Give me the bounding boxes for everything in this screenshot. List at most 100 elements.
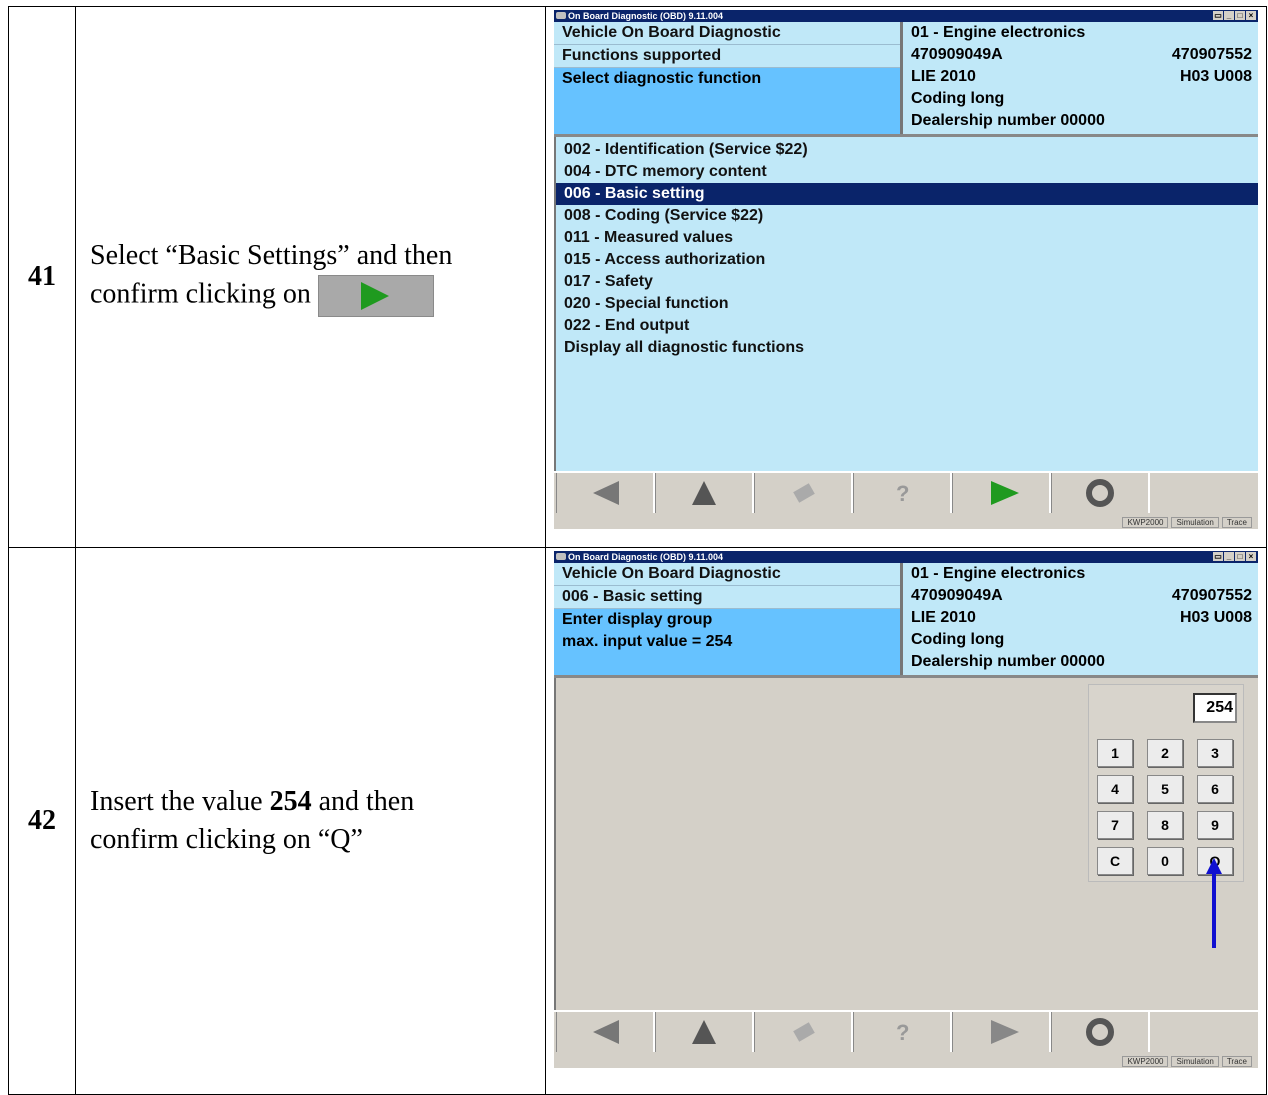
- current-step-label: Select diagnostic function: [554, 68, 900, 134]
- window-title: On Board Diagnostic (OBD) 9.11.004: [568, 11, 724, 21]
- list-item[interactable]: 017 - Safety: [556, 271, 1258, 293]
- step-description: Insert the value 254 and then confirm cl…: [75, 547, 546, 1095]
- instruction-text: and then: [311, 786, 415, 817]
- list-item[interactable]: 020 - Special function: [556, 293, 1258, 315]
- instruction-line: Insert the value 254 and then: [90, 783, 545, 821]
- step-description: Select “Basic Settings” and then confirm…: [75, 6, 546, 548]
- dealer-row: Dealership number 00000: [911, 110, 1258, 132]
- step-number: 42: [8, 547, 76, 1095]
- version: H03 U008: [1179, 68, 1252, 85]
- maximize-button[interactable]: □: [1235, 552, 1245, 561]
- status-simulation: Simulation: [1171, 517, 1219, 528]
- refresh-button[interactable]: [1051, 473, 1150, 513]
- info-header: Vehicle On Board Diagnostic 006 - Basic …: [554, 563, 1258, 678]
- obd-window: On Board Diagnostic (OBD) 9.11.004 ▭ _ □…: [554, 10, 1258, 529]
- part-number-right: 470907552: [1171, 46, 1252, 63]
- value-input[interactable]: 254: [1193, 693, 1237, 723]
- status-protocol: KWP2000: [1122, 1056, 1169, 1067]
- ecu-part-row: 470909049A 470907552: [911, 585, 1258, 607]
- ecu-module: 01 - Engine electronics: [911, 22, 1258, 44]
- status-bar: KWP2000 Simulation Trace: [554, 517, 1258, 529]
- ecu-info-panel: 01 - Engine electronics 470909049A 470907…: [903, 563, 1258, 675]
- input-pane: 254 1 2 3 4 5 6 7 8 9 C 0 Q: [554, 678, 1258, 1010]
- restore-icon[interactable]: ▭: [1213, 552, 1223, 561]
- info-header: Vehicle On Board Diagnostic Functions su…: [554, 22, 1258, 137]
- key-6[interactable]: 6: [1197, 775, 1233, 803]
- component: LIE 2010: [911, 609, 976, 626]
- list-item[interactable]: 008 - Coding (Service $22): [556, 205, 1258, 227]
- obd-window: On Board Diagnostic (OBD) 9.11.004 ▭ _ □…: [554, 551, 1258, 1068]
- minimize-button[interactable]: _: [1224, 552, 1234, 561]
- key-4[interactable]: 4: [1097, 775, 1133, 803]
- bottom-toolbar: ?: [554, 1010, 1258, 1056]
- list-item[interactable]: 015 - Access authorization: [556, 249, 1258, 271]
- list-item[interactable]: 004 - DTC memory content: [556, 161, 1258, 183]
- back-button[interactable]: [556, 473, 655, 513]
- screenshot-cell: On Board Diagnostic (OBD) 9.11.004 ▭ _ □…: [545, 547, 1267, 1095]
- list-item[interactable]: 011 - Measured values: [556, 227, 1258, 249]
- window-controls: ▭ _ □ ×: [1213, 11, 1256, 20]
- key-5[interactable]: 5: [1147, 775, 1183, 803]
- list-item[interactable]: Display all diagnostic functions: [556, 337, 1258, 359]
- key-2[interactable]: 2: [1147, 739, 1183, 767]
- status-simulation: Simulation: [1171, 1056, 1219, 1067]
- help-button[interactable]: ?: [853, 473, 952, 513]
- back-button[interactable]: [556, 1012, 655, 1052]
- step-number: 41: [8, 6, 76, 548]
- ecu-part-row: 470909049A 470907552: [911, 44, 1258, 66]
- maximize-button[interactable]: □: [1235, 11, 1245, 20]
- restore-icon[interactable]: ▭: [1213, 11, 1223, 20]
- close-button[interactable]: ×: [1246, 11, 1256, 20]
- coding: Coding long: [911, 631, 1005, 648]
- bottom-toolbar: ?: [554, 471, 1258, 517]
- window-titlebar: On Board Diagnostic (OBD) 9.11.004 ▭ _ □…: [554, 10, 1258, 22]
- instruction-text: confirm clicking on: [90, 278, 311, 310]
- close-button[interactable]: ×: [1246, 552, 1256, 561]
- minimize-button[interactable]: _: [1224, 11, 1234, 20]
- ecu-module-text: 01 - Engine electronics: [911, 565, 1086, 582]
- up-button[interactable]: [655, 1012, 754, 1052]
- step-row: 42 Insert the value 254 and then confirm…: [8, 547, 1267, 1095]
- window-titlebar: On Board Diagnostic (OBD) 9.11.004 ▭ _ □…: [554, 551, 1258, 563]
- key-1[interactable]: 1: [1097, 739, 1133, 767]
- function-list: 002 - Identification (Service $22) 004 -…: [554, 137, 1258, 471]
- list-item[interactable]: 022 - End output: [556, 315, 1258, 337]
- next-button[interactable]: [952, 473, 1051, 513]
- ecu-component-row: LIE 2010 H03 U008: [911, 66, 1258, 88]
- screenshot-cell: On Board Diagnostic (OBD) 9.11.004 ▭ _ □…: [545, 6, 1267, 548]
- pointer-arrow-icon: [1206, 858, 1222, 948]
- current-step-label: Enter display group max. input value = 2…: [554, 609, 900, 675]
- status-bar: KWP2000 Simulation Trace: [554, 1056, 1258, 1068]
- ecu-info-panel: 01 - Engine electronics 470909049A 470907…: [903, 22, 1258, 134]
- next-button-illustration: [317, 275, 434, 317]
- app-icon: [556, 553, 566, 560]
- part-number: 470909049A: [911, 587, 1003, 604]
- breadcrumb-panel: Vehicle On Board Diagnostic Functions su…: [554, 22, 903, 134]
- window-title: On Board Diagnostic (OBD) 9.11.004: [568, 552, 724, 562]
- instruction-line: Select “Basic Settings” and then: [90, 240, 453, 271]
- numeric-keypad: 254 1 2 3 4 5 6 7 8 9 C 0 Q: [1088, 684, 1244, 882]
- ecu-module: 01 - Engine electronics: [911, 563, 1258, 585]
- key-3[interactable]: 3: [1197, 739, 1233, 767]
- step-row: 41 Select “Basic Settings” and then conf…: [8, 6, 1267, 548]
- refresh-button[interactable]: [1051, 1012, 1150, 1052]
- list-item[interactable]: 002 - Identification (Service $22): [556, 139, 1258, 161]
- dealer-row: Dealership number 00000: [911, 651, 1258, 673]
- help-button[interactable]: ?: [853, 1012, 952, 1052]
- key-7[interactable]: 7: [1097, 811, 1133, 839]
- list-item-selected[interactable]: 006 - Basic setting: [556, 183, 1258, 205]
- key-8[interactable]: 8: [1147, 811, 1183, 839]
- dealer-number: Dealership number 00000: [911, 112, 1105, 129]
- next-button[interactable]: [952, 1012, 1051, 1052]
- print-button[interactable]: [754, 1012, 853, 1052]
- component: LIE 2010: [911, 68, 976, 85]
- key-0[interactable]: 0: [1147, 847, 1183, 875]
- key-clear[interactable]: C: [1097, 847, 1133, 875]
- window-controls: ▭ _ □ ×: [1213, 552, 1256, 561]
- svg-text:?: ?: [896, 481, 909, 506]
- print-button[interactable]: [754, 473, 853, 513]
- app-icon: [556, 12, 566, 19]
- key-9[interactable]: 9: [1197, 811, 1233, 839]
- up-button[interactable]: [655, 473, 754, 513]
- instruction-text: Insert the value: [90, 786, 270, 817]
